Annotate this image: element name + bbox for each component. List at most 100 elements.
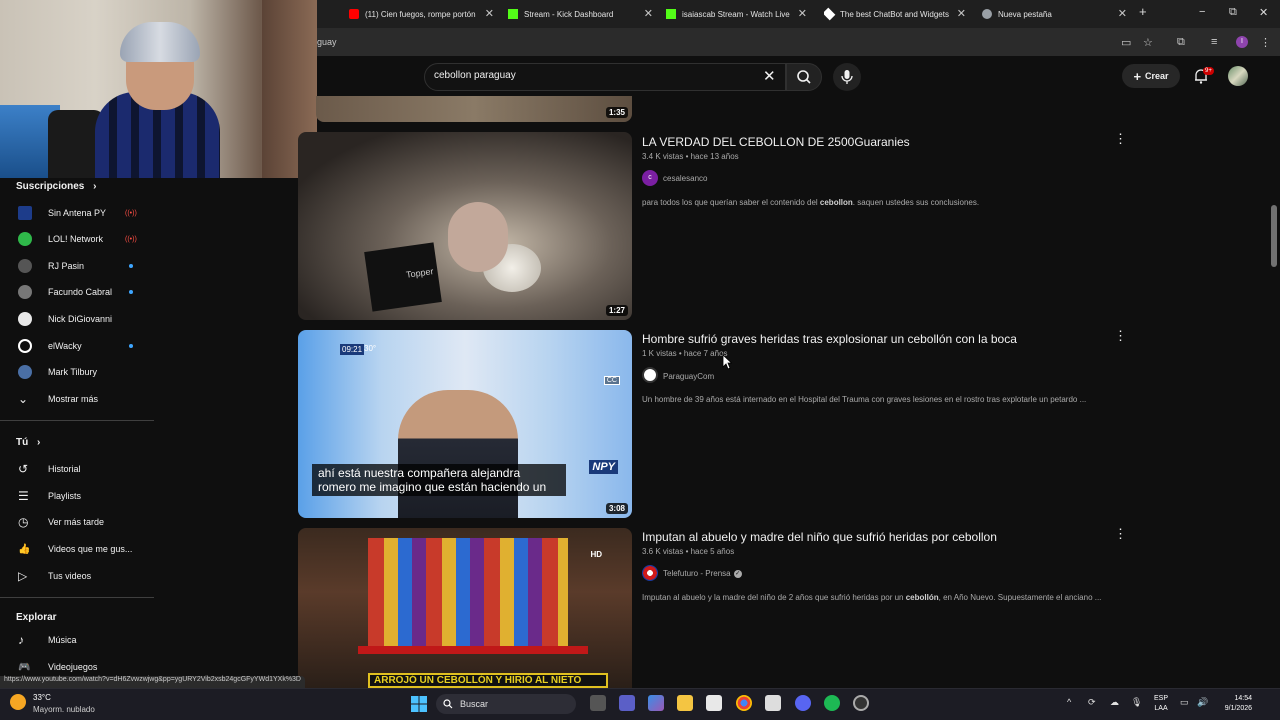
system-clock[interactable]: 14:54 9/1/2026 [1216,694,1252,714]
copilot-icon[interactable] [648,695,664,711]
tab-close-icon[interactable]: ✕ [485,7,494,20]
spotify-icon[interactable] [824,695,840,711]
subscriptions-heading[interactable]: Suscripciones › [16,181,96,192]
tray-sync-icon[interactable]: ⟳ [1088,697,1096,708]
tray-mic-icon[interactable]: 🎙 [1131,697,1142,708]
taskbar-search[interactable] [436,694,576,714]
tab-close-icon[interactable]: ✕ [957,7,966,20]
windows-start-icon[interactable] [411,696,427,712]
obs-icon[interactable] [853,695,869,711]
channel-avatar[interactable] [642,565,658,581]
sidebar-item-sin-antena-py[interactable]: Sin Antena PY ((•)) [0,200,154,226]
input-language[interactable]: ESP LAA [1154,694,1168,714]
clear-search-icon[interactable]: ✕ [763,67,776,85]
thumbnail-caption-box: ahí está nuestra compañera alejandra rom… [312,464,566,496]
chrome-icon[interactable] [736,695,752,711]
reading-list-icon[interactable]: ≡ [1211,36,1217,48]
account-avatar[interactable] [1228,66,1248,86]
extensions-icon[interactable]: ⧉ [1177,36,1185,49]
tab-close-icon[interactable]: ✕ [1118,7,1127,20]
video-thumbnail[interactable]: 1:35 [316,96,632,122]
tab-label: isaiascab Stream - Watch Live on [682,9,792,19]
video-thumbnail[interactable]: HD ARROJÓ UN CEBOLLÓN Y HIRIÓ AL NIETO [298,528,632,688]
sidebar-item-music[interactable]: ♪ Música [0,627,154,653]
tab-chatbot[interactable]: The best ChatBot and Widgets ✕ [824,4,966,24]
sidebar-item-lol-network[interactable]: LOL! Network ((•)) [0,226,154,252]
create-button[interactable]: + Crear [1122,64,1180,88]
tray-cloud-icon[interactable]: ☁ [1110,697,1119,708]
channel-avatar [18,339,32,353]
close-window-button[interactable]: ✕ [1259,6,1268,19]
tab-new[interactable]: Nueva pestaña ✕ [982,4,1127,24]
video-meta: 3.4 K vistas • hace 13 años [642,152,739,161]
sidebar-item-mark-tilbury[interactable]: Mark Tilbury [0,359,154,385]
tab-kick-stream[interactable]: isaiascab Stream - Watch Live on ✕ [666,4,807,24]
task-view-icon[interactable] [590,695,606,711]
sidebar-item-playlists[interactable]: ☰ Playlists [0,483,154,509]
voice-search-button[interactable] [833,63,861,91]
tab-youtube[interactable]: (11) Cien fuegos, rompe portón ✕ [349,4,494,24]
closed-captions-icon[interactable]: CC [603,376,620,385]
more-actions-icon[interactable]: ⋮ [1114,328,1127,344]
tab-close-icon[interactable]: ✕ [644,7,653,20]
video-title[interactable]: Hombre sufrió graves heridas tras explos… [642,332,1017,346]
youtube-favicon-icon [349,9,359,19]
sidebar-item-watch-later[interactable]: ◷ Ver más tarde [0,509,154,535]
weather-sun-icon[interactable] [10,694,26,710]
video-title[interactable]: LA VERDAD DEL CEBOLLON DE 2500Guaranies [642,135,910,149]
you-heading[interactable]: Tú › [16,437,40,448]
tab-close-icon[interactable]: ✕ [798,7,807,20]
description-highlight: cebollon [819,198,853,207]
tab-kick-dashboard[interactable]: Stream - Kick Dashboard ✕ [508,4,653,24]
gaming-icon: 🎮 [18,661,31,673]
subscriptions-title: Suscripciones [16,181,85,192]
sidebar-item-label: Videos que me gus... [48,544,133,554]
sidebar-item-facundo-cabral[interactable]: Facundo Cabral [0,279,154,305]
sidebar-item-rj-pasin[interactable]: RJ Pasin [0,253,154,279]
maximize-button[interactable]: ⧉ [1229,6,1237,19]
sidebar-item-your-videos[interactable]: ▷ Tus videos [0,563,154,589]
cast-icon[interactable]: ▭ [1121,36,1131,49]
url-text[interactable]: guay [317,37,337,47]
search-query[interactable]: cebollon paraguay [434,70,516,81]
microphone-icon [841,70,853,84]
teams-icon[interactable] [619,695,635,711]
page-scrollbar[interactable] [1271,205,1277,267]
weather-condition[interactable]: Mayorm. nublado [33,705,95,714]
weather-temperature[interactable]: 33°C [33,693,51,702]
thumbnail-shelf-edge [358,646,588,654]
channel-name[interactable]: ParaguayCom [663,372,714,381]
clock-date: 9/1/2026 [1224,705,1252,712]
sidebar-item-history[interactable]: ↺ Historial [0,456,154,482]
channel-avatar[interactable]: c [642,170,658,186]
volume-icon[interactable]: 🔊 [1197,697,1208,708]
sidebar-divider [0,597,154,598]
show-more-button[interactable]: ⌄ Mostrar más [0,386,154,412]
photos-icon[interactable] [765,695,781,711]
video-thumbnail[interactable]: 09:21 30° CC NPY ahí está nuestra compañ… [298,330,632,518]
bookmark-star-icon[interactable]: ☆ [1143,36,1153,49]
channel-name[interactable]: cesalesanco [663,174,707,183]
video-thumbnail[interactable]: Topper 1:27 [298,132,632,320]
minimize-button[interactable]: − [1199,6,1205,18]
tray-overflow-icon[interactable]: ^ [1067,697,1071,707]
search-button[interactable] [786,63,822,91]
video-title[interactable]: Imputan al abuelo y madre del niño que s… [642,530,997,544]
file-explorer-icon[interactable] [677,695,693,711]
sidebar-item-elwacky[interactable]: elWacky [0,333,154,359]
network-icon[interactable]: ▭ [1180,697,1189,708]
chevron-right-icon: › [93,181,97,192]
store-icon[interactable] [706,695,722,711]
browser-menu-icon[interactable]: ⋮ [1260,36,1271,49]
discord-icon[interactable] [795,695,811,711]
browser-profile-avatar[interactable]: I [1236,36,1248,48]
new-tab-button[interactable]: + [1139,4,1147,19]
more-actions-icon[interactable]: ⋮ [1114,526,1127,542]
channel-name[interactable]: Telefuturo - Prensa ✓ [663,569,742,578]
channel-avatar[interactable] [642,367,658,383]
sidebar-item-liked-videos[interactable]: 👍 Videos que me gus... [0,536,154,562]
kick-favicon-icon [508,9,518,19]
more-actions-icon[interactable]: ⋮ [1114,131,1127,147]
sidebar-item-nick-digiovanni[interactable]: Nick DiGiovanni [0,306,154,332]
history-icon: ↺ [18,462,29,476]
